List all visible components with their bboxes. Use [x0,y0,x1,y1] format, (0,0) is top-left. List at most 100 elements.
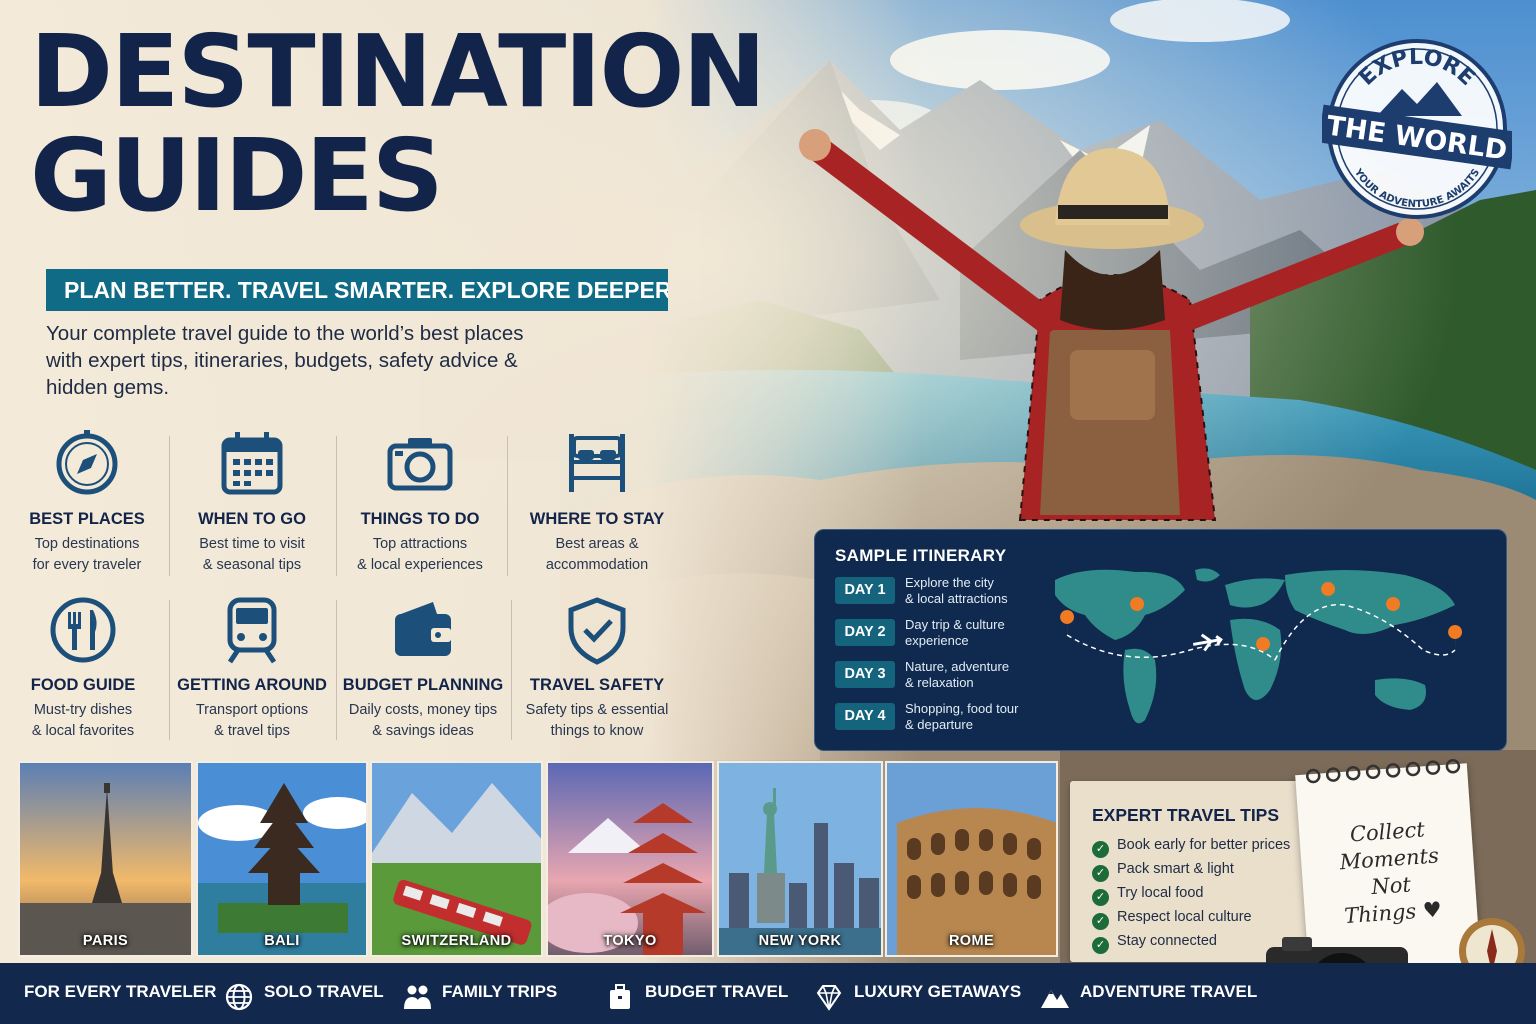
day-desc-line1: Nature, adventure [905,659,1010,674]
feature-desc-line1: Top destinations [34,536,140,552]
divider [169,436,170,576]
world-map [1055,568,1463,724]
feature-desc-line1: Top attractions [372,536,468,552]
footer-label: FAMILY TRIPS [442,982,558,1001]
destination-card-switzerland[interactable]: SWITZERLAND [370,761,543,957]
tip-item: ✓ Try local food [1092,885,1204,906]
destination-label: NEW YORK [758,933,842,949]
tips-title: EXPERT TRAVEL TIPS [1092,805,1280,825]
intro-text: Your complete travel guide to the world’… [46,322,524,399]
handwritten-quote: Collect Moments Not Things ♥ [1317,814,1464,932]
feature-desc-line2: & travel tips [214,723,290,739]
footer-bar: FOR EVERY TRAVELER SOLO TRAVEL FAMILY TR… [0,963,1536,1024]
quote-line3: Not [1370,872,1412,900]
day-1-badge[interactable]: DAY 1 [835,577,895,604]
feature-title: WHEN TO GO [198,510,306,528]
quote-line4: Things [1343,899,1418,929]
check-icon: ✓ [1092,889,1109,906]
tip-text: Book early for better prices [1117,837,1291,853]
check-icon: ✓ [1092,865,1109,882]
destination-label: TOKYO [603,933,657,949]
destination-label: SWITZERLAND [401,933,512,949]
family-icon [402,978,432,1009]
day-desc-line2: & local attractions [905,591,1008,606]
destination-label: PARIS [82,933,129,949]
divider [336,600,337,740]
globe-icon [224,978,254,1010]
feature-desc-line2: accommodation [545,557,649,573]
heart-icon: ♥ [1422,897,1443,923]
footer-lead: FOR EVERY TRAVELER [24,982,217,1001]
diamond-icon [814,978,844,1011]
destination-label: BALI [264,933,300,949]
feature-desc-line1: Best time to visit [199,536,305,552]
feature-desc-line2: & seasonal tips [202,557,302,573]
day-desc-line1: Day trip & culture [905,617,1005,632]
day-4-desc: Shopping, food tour & departure [905,701,1045,733]
feature-desc-line1: Transport options [195,702,309,718]
footer-budget-travel[interactable]: BUDGET TRAVEL [605,963,788,1024]
footer-adventure-travel[interactable]: ADVENTURE TRAVEL [1040,963,1257,1024]
feature-title: WHERE TO STAY [529,510,665,528]
title-line1: DESTINATION [30,13,766,130]
day-4-badge[interactable]: DAY 4 [835,703,895,730]
feature-desc-line1: Best areas & [555,536,639,552]
tip-item: ✓ Pack smart & light [1092,861,1234,882]
tip-item: ✓ Respect local culture [1092,909,1252,930]
feature-desc-line1: Daily costs, money tips [348,702,498,718]
tip-text: Try local food [1117,885,1204,901]
destination-card-new-york[interactable]: NEW YORK [717,761,883,957]
day-3-desc: Nature, adventure & relaxation [905,659,1045,691]
day-desc-line1: Shopping, food tour [905,701,1019,716]
bed-icon [561,428,633,500]
day-desc-line2: experience [905,633,969,648]
tagline-banner: PLAN BETTER. TRAVEL SMARTER. EXPLORE DEE… [46,269,668,311]
footer-luxury-getaways[interactable]: LUXURY GETAWAYS [814,963,1021,1024]
page-title: DESTINATION GUIDES [30,13,766,228]
tip-item: ✓ Stay connected [1092,933,1217,954]
day-3-badge[interactable]: DAY 3 [835,661,895,688]
feature-title: BEST PLACES [29,510,145,528]
fork-knife-icon [47,594,119,666]
destination-card-paris[interactable]: PARIS [18,761,193,957]
sample-itinerary-panel: SAMPLE ITINERARY DAY 1 Explore the city &… [814,529,1507,751]
calendar-icon [216,428,288,500]
day-desc-line2: & relaxation [905,675,974,690]
footer-label: SOLO TRAVEL [264,982,384,1001]
tip-text: Pack smart & light [1117,861,1234,877]
feature-desc-line1: Safety tips & essential [525,702,669,718]
feature-desc-line2: for every traveler [32,557,142,573]
quote-line1: Collect [1349,817,1426,847]
destination-card-tokyo[interactable]: TOKYO [546,761,714,957]
train-icon [216,594,288,666]
tip-text: Stay connected [1117,933,1217,949]
mountain-icon [1040,978,1070,1008]
suitcase-icon [605,978,635,1009]
feature-desc-line2: & savings ideas [372,723,474,739]
compass-icon [51,428,123,500]
destination-label: ROME [948,933,995,949]
day-1-desc: Explore the city & local attractions [905,575,1045,607]
day-2-badge[interactable]: DAY 2 [835,619,895,646]
check-icon: ✓ [1092,937,1109,954]
explore-badge: EXPLORE THE WORLD YOUR ADVENTURE AWAITS [1322,39,1512,219]
day-2-desc: Day trip & culture experience [905,617,1045,649]
tip-text: Respect local culture [1117,909,1252,925]
feature-title: BUDGET PLANNING [342,676,504,694]
day-desc-line2: & departure [905,717,973,732]
divider [511,600,512,740]
footer-label: BUDGET TRAVEL [645,982,789,1001]
day-desc-line1: Explore the city [905,575,994,590]
divider [336,436,337,576]
wallet-icon [387,594,459,666]
footer-solo-travel[interactable]: SOLO TRAVEL [224,963,384,1024]
quote-line2: Moments [1338,843,1440,875]
feature-desc-line2: & local experiences [357,557,483,573]
footer-family-trips[interactable]: FAMILY TRIPS [402,963,557,1024]
check-icon: ✓ [1092,913,1109,930]
feature-title: FOOD GUIDE [30,676,136,694]
destination-card-rome[interactable]: ROME [885,761,1058,957]
destination-card-bali[interactable]: BALI [196,761,368,957]
feature-title: THINGS TO DO [360,510,480,528]
tip-item: ✓ Book early for better prices [1092,837,1290,858]
